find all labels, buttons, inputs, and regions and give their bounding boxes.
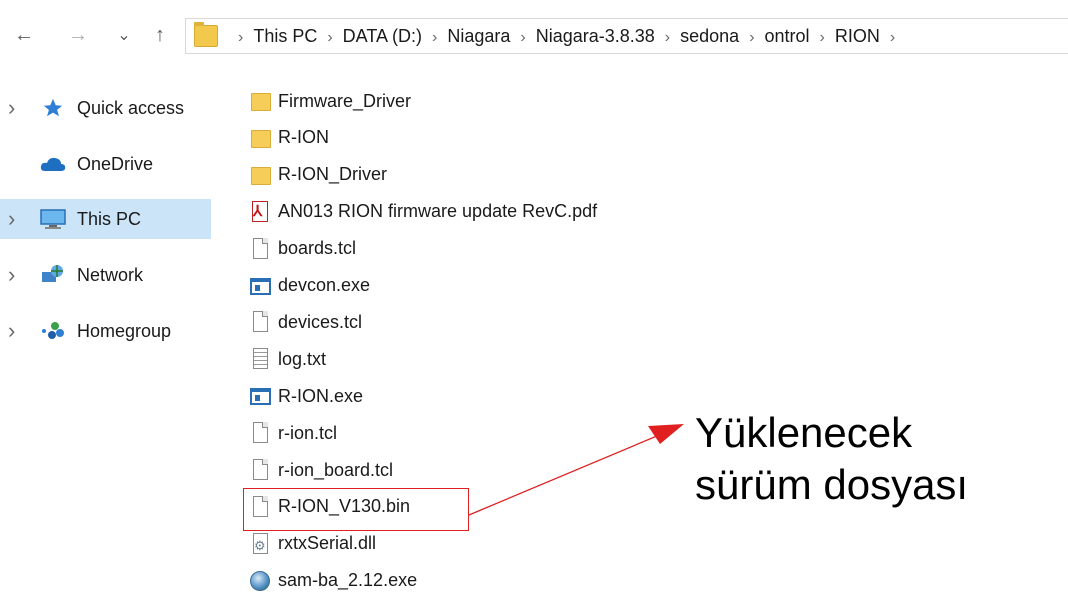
folder-icon (249, 89, 271, 113)
folder-icon (249, 126, 271, 150)
sidebar-item-label: Network (77, 264, 144, 285)
cloud-icon (38, 152, 68, 176)
folder-icon (249, 163, 271, 187)
annotation-label: Yüklenecek sürüm dosyası (695, 407, 968, 511)
file-name: r-ion.tcl (278, 422, 338, 443)
file-list-item[interactable]: r-ion_board.tcl (249, 455, 393, 485)
exe-file-icon (249, 274, 271, 298)
sidebar-item-network[interactable]: › Network (0, 255, 211, 295)
sidebar-item-label: This PC (77, 208, 142, 229)
file-list-item[interactable]: rxtxSerial.dll (249, 529, 376, 559)
file-list-item[interactable]: r-ion.tcl (249, 418, 337, 448)
doc-file-icon (249, 421, 271, 445)
file-list-item[interactable]: boards.tcl (249, 234, 356, 264)
file-name: boards.tcl (278, 238, 357, 259)
file-list-item[interactable]: R-ION (249, 123, 329, 153)
sidebar-item-onedrive[interactable]: OneDrive (0, 144, 211, 184)
file-list-item[interactable]: devcon.exe (249, 271, 370, 301)
doc-file-icon (249, 458, 271, 482)
chevron-right-icon[interactable]: › (8, 95, 15, 121)
file-list-item[interactable]: R-ION.exe (249, 381, 363, 411)
sidebar-item-label: Homegroup (77, 320, 172, 341)
file-name: AN013 RION firmware update RevC.pdf (278, 201, 598, 222)
file-name: R-ION_Driver (278, 164, 388, 185)
file-name: R-ION.exe (278, 385, 364, 406)
file-name: log.txt (278, 348, 327, 369)
file-name: sam-ba_2.12.exe (278, 570, 418, 591)
file-list-item[interactable]: devices.tcl (249, 307, 362, 337)
chevron-right-icon[interactable]: › (8, 318, 15, 344)
doc-file-icon (249, 237, 271, 261)
file-list-item[interactable]: Firmware_Driver (249, 86, 411, 116)
doc-file-icon (249, 310, 271, 334)
file-list-item[interactable]: R-ION_Driver (249, 160, 387, 190)
file-name: devcon.exe (278, 275, 371, 295)
chevron-right-icon[interactable]: › (8, 262, 15, 288)
dll-file-icon (249, 532, 271, 556)
file-name: rxtxSerial.dll (278, 533, 377, 554)
chevron-right-icon[interactable]: › (8, 206, 15, 232)
network-icon (38, 263, 68, 287)
pdf-file-icon (249, 200, 271, 224)
file-name: R-ION (278, 127, 329, 148)
monitor-icon (38, 207, 68, 231)
sidebar-item-homegroup[interactable]: › Homegroup (0, 311, 211, 351)
sidebar-item-label: OneDrive (77, 153, 154, 174)
file-name: r-ion_board.tcl (278, 459, 394, 480)
file-name: Firmware_Driver (278, 90, 412, 111)
app-file-icon (249, 569, 271, 593)
exe-file-icon (249, 384, 271, 408)
sidebar-item-quick-access[interactable]: › Quick access (0, 88, 211, 128)
file-list-item[interactable]: sam-ba_2.12.exe (249, 566, 417, 596)
sidebar-item-this-pc[interactable]: › This PC (0, 199, 211, 239)
sidebar-item-label: Quick access (77, 97, 185, 118)
star-icon (38, 96, 68, 120)
annotation-line-1: Yüklenecek (695, 409, 913, 456)
annotation-line-2: sürüm dosyası (695, 461, 969, 508)
file-list-item[interactable]: R-ION_V130.bin (249, 492, 410, 522)
homegroup-icon (38, 319, 68, 343)
file-name: devices.tcl (278, 311, 363, 332)
doc-file-icon (249, 495, 271, 519)
file-name: R-ION_V130.bin (278, 496, 411, 517)
txt-file-icon (249, 347, 271, 371)
file-list-item[interactable]: log.txt (249, 344, 326, 374)
file-list-item[interactable]: AN013 RION firmware update RevC.pdf (249, 197, 597, 227)
